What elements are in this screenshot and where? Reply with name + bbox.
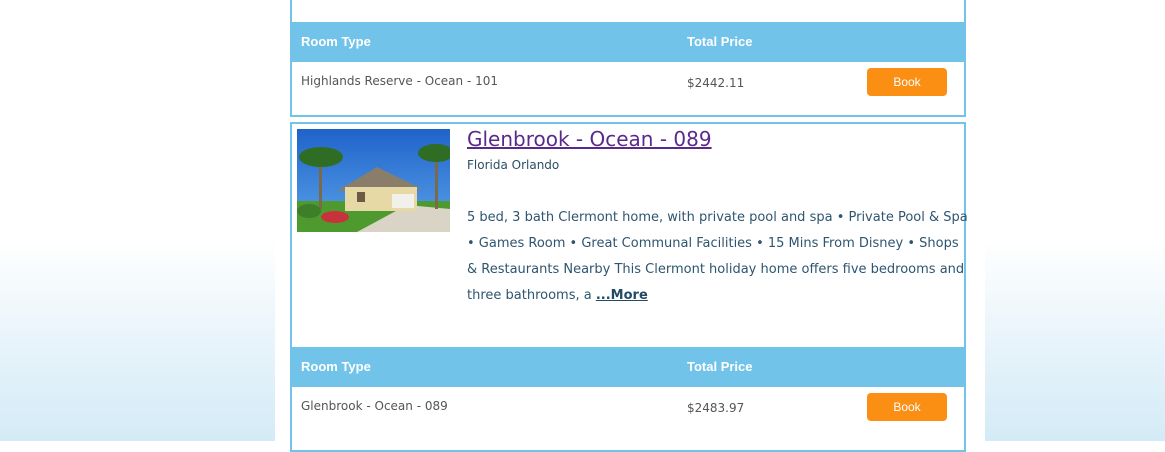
property-card-glenbrook: Glenbrook - Ocean - 089 Florida Orlando … [290,122,968,452]
property-title-link[interactable]: Glenbrook - Ocean - 089 [467,127,712,151]
book-button[interactable]: Book [867,393,947,421]
property-photo[interactable] [297,129,450,232]
property-card-highlands: Room Type Total Price Highlands Reserve … [290,0,966,117]
total-price-header: Total Price [687,34,753,49]
room-table-header: Room Type Total Price [292,347,964,387]
room-name: Glenbrook - Ocean - 089 [301,399,448,413]
more-link[interactable]: ...More [596,288,648,303]
room-table-header: Room Type Total Price [292,22,964,62]
room-price: $2442.11 [687,76,745,90]
room-type-header: Room Type [301,34,371,49]
description-text: 5 bed, 3 bath Clermont home, with privat… [467,210,968,303]
property-description: 5 bed, 3 bath Clermont home, with privat… [467,205,972,309]
room-row: Glenbrook - Ocean - 089 $2483.97 Book [292,387,964,442]
total-price-header: Total Price [687,359,753,374]
results-panel: Room Type Total Price Highlands Reserve … [275,0,985,452]
property-location: Florida Orlando [467,158,560,172]
room-row: Highlands Reserve - Ocean - 101 $2442.11… [292,62,964,117]
room-name: Highlands Reserve - Ocean - 101 [301,74,498,88]
room-type-header: Room Type [301,359,371,374]
room-price: $2483.97 [687,401,745,415]
book-button[interactable]: Book [867,68,947,96]
